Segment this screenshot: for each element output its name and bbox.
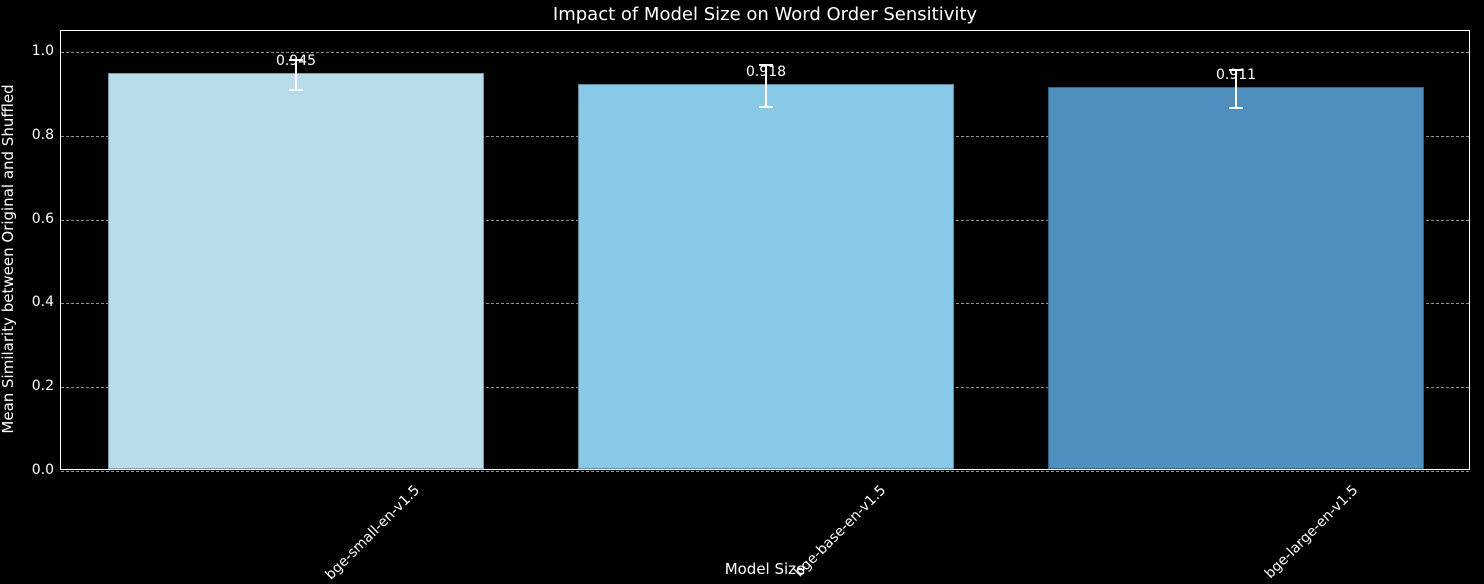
error-bar (295, 60, 297, 89)
error-bar-cap (289, 89, 303, 91)
error-bar-cap (759, 64, 773, 66)
error-bar (1235, 70, 1237, 108)
plot-area-container: 0.9450.9180.911 (60, 30, 1470, 470)
gridline (61, 471, 1469, 472)
error-bar (765, 65, 767, 107)
error-bar-cap (1229, 69, 1243, 71)
error-bar-cap (1229, 107, 1243, 109)
ytick-label: 0.4 (14, 294, 54, 310)
bar (108, 73, 484, 469)
gridline (61, 52, 1469, 53)
ytick-label: 0.0 (14, 462, 54, 478)
bar (1048, 87, 1424, 469)
plot-area: 0.9450.9180.911 (60, 30, 1470, 470)
bar (578, 84, 954, 469)
x-axis-label: Model Size (60, 560, 1470, 578)
error-bar-cap (289, 59, 303, 61)
ytick-label: 0.8 (14, 127, 54, 143)
error-bar-cap (759, 106, 773, 108)
ytick-label: 1.0 (14, 43, 54, 59)
chart-title: Impact of Model Size on Word Order Sensi… (60, 4, 1470, 25)
ytick-label: 0.6 (14, 211, 54, 227)
ytick-label: 0.2 (14, 378, 54, 394)
